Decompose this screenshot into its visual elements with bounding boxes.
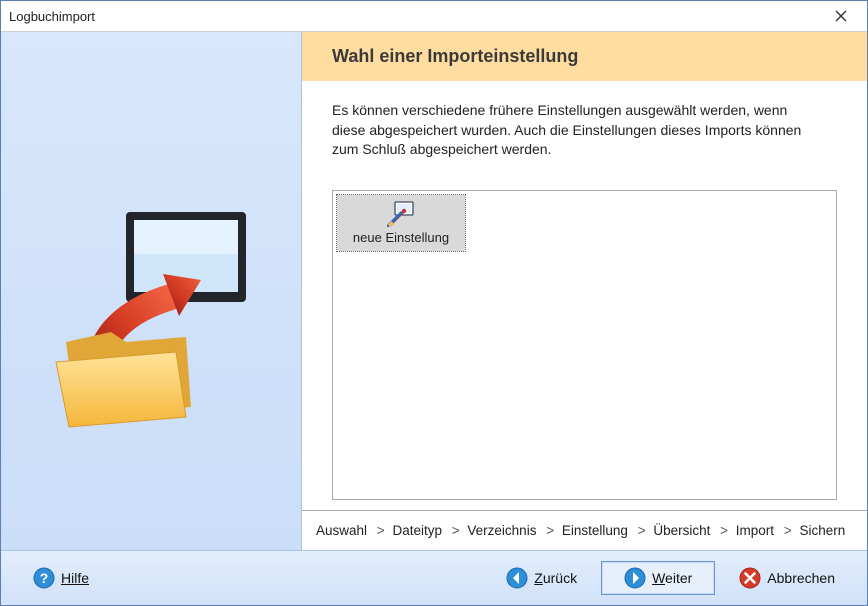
next-button[interactable]: Weiter: [601, 561, 715, 595]
right-panel: Wahl einer Importeinstellung Es können v…: [302, 32, 867, 550]
breadcrumb-step: Auswahl: [316, 523, 367, 538]
breadcrumb-step: Einstellung: [562, 523, 628, 538]
page-heading: Wahl einer Importeinstellung: [302, 32, 867, 81]
back-label: Zurück: [534, 570, 577, 586]
breadcrumb-step: Dateityp: [392, 523, 442, 538]
breadcrumb-step: Import: [736, 523, 774, 538]
help-label: Hilfe: [61, 570, 89, 586]
breadcrumb-step: Sichern: [799, 523, 845, 538]
svg-text:?: ?: [40, 570, 49, 586]
breadcrumb-sep: >: [784, 523, 792, 538]
breadcrumb-sep: >: [546, 523, 554, 538]
cancel-label: Abbrechen: [767, 570, 835, 586]
side-illustration-panel: [1, 32, 302, 550]
breadcrumb-sep: >: [452, 523, 460, 538]
breadcrumb-sep: >: [638, 523, 646, 538]
next-label: Weiter: [652, 570, 692, 586]
titlebar: Logbuchimport: [1, 1, 867, 32]
breadcrumb-step: Verzeichnis: [467, 523, 536, 538]
arrow-right-icon: [624, 567, 646, 589]
help-button[interactable]: ? Hilfe: [19, 562, 103, 594]
settings-item-label: neue Einstellung: [353, 230, 449, 245]
wizard-window: Logbuchimport: [0, 0, 868, 606]
wizard-footer: ? Hilfe Zurück Weiter: [1, 550, 867, 605]
help-icon: ?: [33, 567, 55, 589]
new-setting-icon: [387, 201, 415, 227]
breadcrumb: Auswahl > Dateityp > Verzeichnis > Einst…: [302, 510, 867, 550]
close-button[interactable]: [821, 2, 861, 30]
breadcrumb-sep: >: [720, 523, 728, 538]
close-icon: [835, 10, 847, 22]
wizard-body: Wahl einer Importeinstellung Es können v…: [1, 32, 867, 550]
page-description: Es können verschiedene frühere Einstellu…: [332, 101, 822, 160]
page-content: Es können verschiedene frühere Einstellu…: [302, 81, 867, 510]
back-button[interactable]: Zurück: [492, 562, 591, 594]
settings-list[interactable]: neue Einstellung: [332, 190, 837, 500]
cancel-button[interactable]: Abbrechen: [725, 562, 849, 594]
breadcrumb-step: Übersicht: [653, 523, 710, 538]
cancel-icon: [739, 567, 761, 589]
arrow-left-icon: [506, 567, 528, 589]
settings-item-new[interactable]: neue Einstellung: [337, 195, 465, 251]
window-title: Logbuchimport: [9, 9, 95, 24]
breadcrumb-sep: >: [377, 523, 385, 538]
